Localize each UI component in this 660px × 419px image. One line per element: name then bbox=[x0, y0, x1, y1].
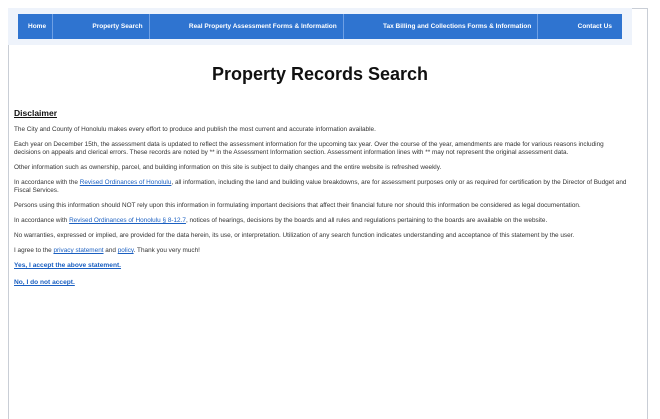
page-title: Property Records Search bbox=[211, 64, 429, 84]
paragraph-text: . Thank you very much! bbox=[133, 247, 200, 254]
nav-property-search-link[interactable]: Property Search bbox=[86, 14, 150, 39]
nav-contact-us-link[interactable]: Contact Us bbox=[572, 14, 618, 39]
nav-assessment-forms-link[interactable]: Real Property Assessment Forms & Informa… bbox=[183, 14, 344, 39]
top-navigation: Home Property Search Real Property Asses… bbox=[8, 8, 632, 45]
disclaimer-paragraph-refresh: Other information such as ownership, par… bbox=[14, 164, 442, 171]
disclaimer-paragraph-reliance: Persons using this information should NO… bbox=[14, 202, 581, 209]
privacy-statement-link[interactable]: privacy statement bbox=[53, 247, 103, 254]
disclaimer-paragraph-ordinances: In accordance with the Revised Ordinance… bbox=[14, 179, 632, 195]
paragraph-text: , notices of hearings, decisions by the … bbox=[185, 217, 548, 224]
paragraph-text: In accordance with bbox=[14, 217, 70, 224]
disclaimer-paragraph-update: Each year on December 15th, the assessme… bbox=[14, 141, 604, 156]
nav-home-link[interactable]: Home bbox=[22, 14, 54, 39]
nav-bar: Home Property Search Real Property Asses… bbox=[18, 14, 622, 39]
disclaimer-paragraph-accuracy: The City and County of Honolulu makes ev… bbox=[14, 126, 376, 133]
decline-statement-link[interactable]: No, I do not accept. bbox=[14, 279, 75, 286]
revised-ordinances-link[interactable]: Revised Ordinances of Honolulu bbox=[80, 179, 172, 186]
revised-ordinances-section-link[interactable]: Revised Ordinances of Honolulu § 8-12.7 bbox=[69, 217, 186, 224]
accept-statement-link[interactable]: Yes, I accept the above statement. bbox=[14, 262, 121, 269]
nav-tax-billing-link[interactable]: Tax Billing and Collections Forms & Info… bbox=[377, 14, 539, 39]
disclaimer-heading: Disclaimer bbox=[14, 108, 57, 118]
disclaimer-section: Disclaimer The City and County of Honolu… bbox=[14, 108, 632, 296]
disclaimer-paragraph-agreement: I agree to the privacy statement and pol… bbox=[14, 247, 632, 255]
disclaimer-paragraph-warranties: No warranties, expressed or implied, are… bbox=[14, 232, 575, 239]
decline-choice: No, I do not accept. bbox=[14, 279, 632, 286]
policy-link[interactable]: policy bbox=[118, 247, 134, 254]
disclaimer-paragraph-notices: In accordance with Revised Ordinances of… bbox=[14, 217, 632, 225]
paragraph-text: I agree to the bbox=[14, 247, 54, 254]
accept-choice: Yes, I accept the above statement. bbox=[14, 262, 632, 269]
paragraph-text: and bbox=[103, 247, 118, 254]
paragraph-text: In accordance with the bbox=[14, 179, 80, 186]
